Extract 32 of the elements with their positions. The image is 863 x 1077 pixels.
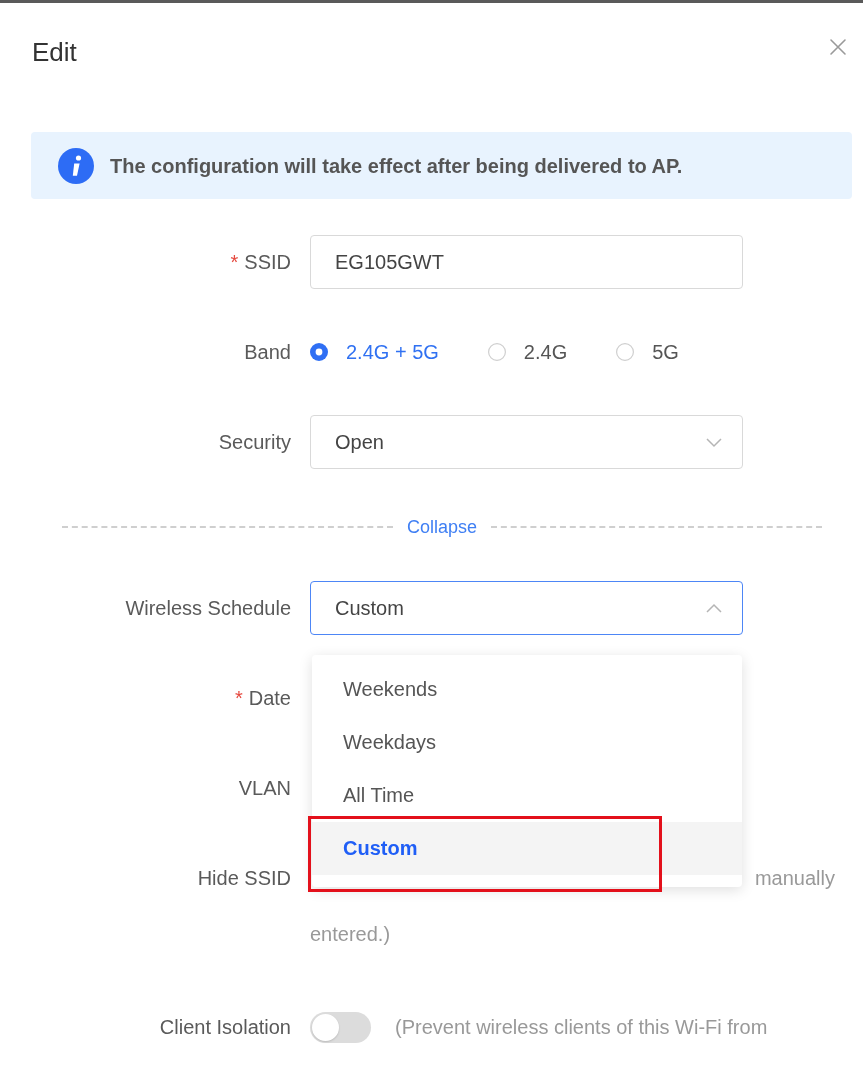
dialog-title: Edit <box>32 37 77 68</box>
close-icon <box>829 38 847 56</box>
select-field[interactable]: Open <box>310 415 743 469</box>
field-label: Client Isolation <box>159 1015 291 1040</box>
hint-text: entered.) <box>310 923 391 945</box>
dropdown-option[interactable]: All Time <box>312 769 742 822</box>
select-field[interactable]: Custom <box>310 581 743 635</box>
radio-option[interactable]: 5G <box>616 337 679 367</box>
radio-option[interactable]: 2.4G <box>487 337 568 367</box>
field-label: VLAN <box>238 776 291 801</box>
required-mark: * <box>234 686 243 711</box>
chevron-down-icon <box>706 436 722 448</box>
field-label: Hide SSID <box>197 866 291 891</box>
field-label: Security <box>218 430 291 455</box>
info-icon <box>58 147 94 184</box>
chevron-up-icon <box>706 602 722 614</box>
collapse-link[interactable]: Collapse <box>393 517 492 537</box>
toggle-switch[interactable] <box>310 1011 371 1043</box>
dropdown-option[interactable]: Custom <box>312 822 742 875</box>
field-label: Band <box>244 340 291 365</box>
hint-text: manually <box>754 866 835 891</box>
hint-text: (Prevent wireless clients of this Wi-Fi from <box>395 1015 768 1040</box>
dropdown-option[interactable]: Weekends <box>312 663 742 716</box>
close-button[interactable] <box>829 38 847 56</box>
required-mark: * <box>230 250 239 275</box>
dropdown-option[interactable]: Weekdays <box>312 716 742 769</box>
field-label: Wireless Schedule <box>125 596 291 621</box>
field-label: Date <box>248 686 291 711</box>
field-label: SSID <box>244 250 291 275</box>
notice-text: The configuration will take effect after being delivered to AP. <box>110 153 683 179</box>
radio-option[interactable]: 2.4G + 5G <box>310 337 439 367</box>
text-input[interactable]: EG105GWT <box>310 235 743 289</box>
